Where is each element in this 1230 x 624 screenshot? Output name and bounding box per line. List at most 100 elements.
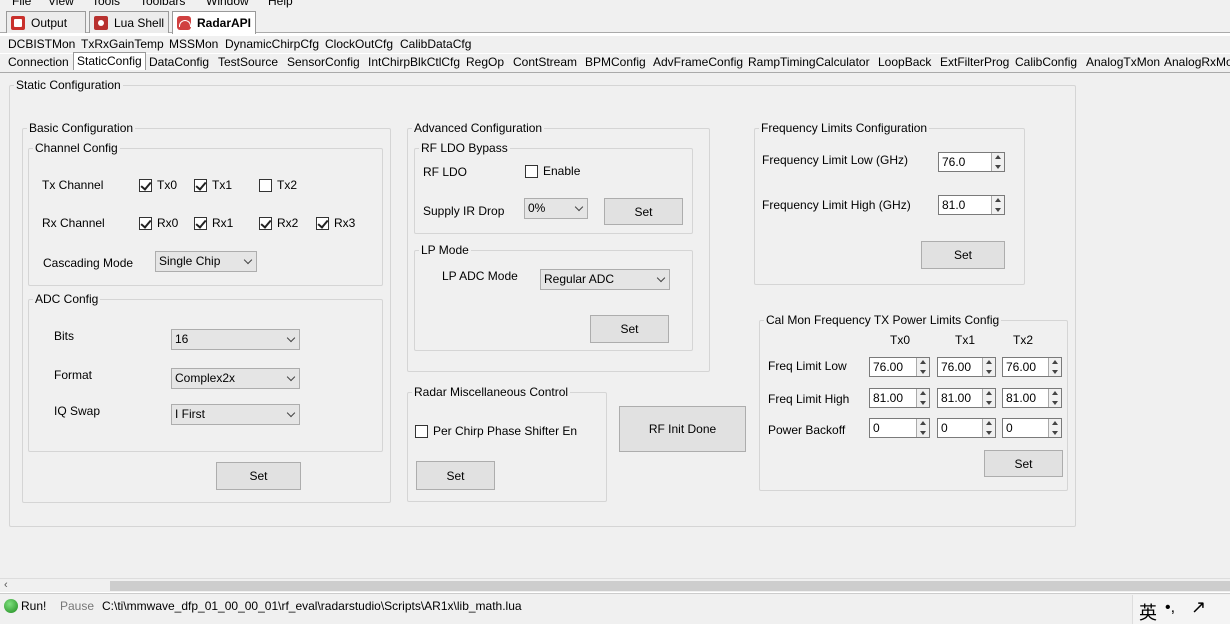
calmon-power-backoff-tx2-input[interactable]: 0 (1002, 418, 1062, 438)
menu-file[interactable]: File (12, 0, 31, 8)
cascading-mode-label: Cascading Mode (43, 256, 134, 270)
tx0-checkbox[interactable]: Tx0 (139, 178, 177, 192)
spin-arrows-icon[interactable] (1048, 358, 1061, 376)
calmon-power-backoff-tx0-input[interactable]: 0 (869, 418, 930, 438)
calmon-freq-high-tx2-input[interactable]: 81.00 (1002, 388, 1062, 408)
tab-lua-shell[interactable]: Lua Shell (89, 11, 169, 33)
basic-set-button[interactable]: Set (216, 462, 301, 490)
lp-adc-mode-select[interactable]: Regular ADC (540, 269, 670, 290)
menu-tools[interactable]: Tools (92, 0, 120, 8)
rx3-checkbox[interactable]: Rx3 (316, 216, 355, 230)
rf-ldo-set-button[interactable]: Set (604, 198, 683, 225)
chevron-down-icon (286, 408, 296, 418)
run-button[interactable]: Run! (21, 599, 46, 613)
ime-punctuation-icon[interactable]: •, (1165, 599, 1175, 617)
calmon-set-button[interactable]: Set (984, 450, 1063, 477)
tab-testsource[interactable]: TestSource (215, 54, 282, 71)
spin-arrows-icon[interactable] (982, 389, 995, 407)
menu-bar: File View Tools Toolbars Window Help (0, 0, 1230, 8)
run-icon[interactable] (4, 599, 18, 613)
adc-config-title: ADC Config (35, 292, 99, 306)
tx1-checkbox[interactable]: Tx1 (194, 178, 232, 192)
tab-clockoutcfg[interactable]: ClockOutCfg (322, 36, 397, 53)
calmon-freq-low-label: Freq Limit Low (768, 359, 847, 373)
calmon-freq-high-tx0-input[interactable]: 81.00 (869, 388, 930, 408)
calmon-freq-low-tx1-input[interactable]: 76.00 (937, 357, 996, 377)
tab-txrxgaintemp[interactable]: TxRxGainTemp (78, 36, 167, 53)
spin-arrows-icon[interactable] (1048, 419, 1061, 437)
calmon-power-backoff-tx2-value: 0 (1006, 421, 1013, 435)
tab-bpmconfig[interactable]: BPMConfig (582, 54, 649, 71)
tab-intchirpblkctlcfg[interactable]: IntChirpBlkCtlCfg (365, 54, 464, 71)
channel-config-title: Channel Config (35, 141, 118, 155)
rf-ldo-set-label: Set (634, 204, 653, 219)
misc-set-button[interactable]: Set (416, 461, 495, 490)
tab-connection[interactable]: Connection (5, 54, 72, 71)
spin-arrows-icon[interactable] (916, 389, 929, 407)
tab-advframeconfig[interactable]: AdvFrameConfig (650, 54, 747, 71)
calmon-freq-high-tx0-value: 81.00 (873, 391, 904, 405)
freq-limits-set-button[interactable]: Set (921, 241, 1005, 269)
freq-limits-set-label: Set (953, 248, 972, 262)
scrollbar-thumb[interactable] (110, 581, 1230, 591)
calmon-freq-low-tx2-input[interactable]: 76.00 (1002, 357, 1062, 377)
pause-button[interactable]: Pause (60, 599, 94, 613)
spin-arrows-icon[interactable] (982, 419, 995, 437)
scroll-left-icon[interactable]: ‹ (4, 579, 8, 591)
tx2-checkbox[interactable]: Tx2 (259, 178, 297, 192)
tab-output[interactable]: Output (6, 11, 86, 33)
tab-dcbistmon[interactable]: DCBISTMon (5, 36, 79, 53)
rf-init-done-button[interactable]: RF Init Done (619, 406, 746, 452)
menu-window[interactable]: Window (206, 0, 249, 8)
rx1-checkbox[interactable]: Rx1 (194, 216, 233, 230)
rx0-checkbox[interactable]: Rx0 (139, 216, 178, 230)
per-chirp-phase-shifter-checkbox[interactable]: Per Chirp Phase Shifter En (415, 424, 577, 438)
tab-staticconfig[interactable]: StaticConfig (73, 52, 146, 70)
tab-dynamicchirpcfg[interactable]: DynamicChirpCfg (222, 36, 323, 53)
spin-arrows-icon[interactable] (916, 358, 929, 376)
menu-help[interactable]: Help (268, 0, 293, 8)
tab-radarapi[interactable]: RadarAPI (172, 11, 256, 34)
supply-ir-drop-select[interactable]: 0% (524, 198, 588, 219)
lp-adc-mode-label: LP ADC Mode (442, 269, 518, 283)
lp-mode-set-button[interactable]: Set (590, 315, 669, 343)
rf-ldo-enable-label: Enable (543, 164, 581, 178)
format-select[interactable]: Complex2x (171, 368, 300, 389)
spin-arrows-icon[interactable] (991, 196, 1004, 214)
tab-regop[interactable]: RegOp (463, 54, 508, 71)
tab-analogrxmon[interactable]: AnalogRxMon (1161, 54, 1230, 71)
app-tab-bar: Output Lua Shell RadarAPI (0, 8, 1230, 34)
horizontal-scrollbar[interactable]: ‹ (0, 578, 1230, 592)
tab-dataconfig[interactable]: DataConfig (146, 54, 213, 71)
tab-loopback[interactable]: LoopBack (875, 54, 935, 71)
calmon-power-backoff-tx1-input[interactable]: 0 (937, 418, 996, 438)
rf-ldo-enable-checkbox[interactable]: Enable (525, 164, 580, 178)
ime-tool-icon[interactable]: ↗ (1191, 597, 1206, 618)
freq-limit-low-input[interactable]: 76.0 (938, 152, 1005, 172)
spin-arrows-icon[interactable] (1048, 389, 1061, 407)
iq-swap-label: IQ Swap (54, 404, 101, 418)
tab-mssmon[interactable]: MSSMon (166, 36, 222, 53)
tab-contstream[interactable]: ContStream (510, 54, 581, 71)
menu-toolbars[interactable]: Toolbars (140, 0, 185, 8)
tab-ramptimingcalculator[interactable]: RampTimingCalculator (745, 54, 873, 71)
iq-swap-select[interactable]: I First (171, 404, 300, 425)
calmon-freq-low-tx0-input[interactable]: 76.00 (869, 357, 930, 377)
spin-arrows-icon[interactable] (991, 153, 1004, 171)
calmon-tx-power-limits-title: Cal Mon Frequency TX Power Limits Config (766, 313, 1000, 327)
calmon-power-backoff-tx1-value: 0 (941, 421, 948, 435)
rx2-checkbox[interactable]: Rx2 (259, 216, 298, 230)
cascading-mode-select[interactable]: Single Chip (155, 251, 257, 272)
menu-view[interactable]: View (48, 0, 74, 8)
spin-arrows-icon[interactable] (916, 419, 929, 437)
freq-limit-high-input[interactable]: 81.0 (938, 195, 1005, 215)
tab-calibconfig[interactable]: CalibConfig (1012, 54, 1081, 71)
tab-calibdatacfg[interactable]: CalibDataCfg (397, 36, 475, 53)
calmon-freq-high-tx1-input[interactable]: 81.00 (937, 388, 996, 408)
spin-arrows-icon[interactable] (982, 358, 995, 376)
tab-extfilterprog[interactable]: ExtFilterProg (937, 54, 1013, 71)
tab-analogtxmon[interactable]: AnalogTxMon (1083, 54, 1164, 71)
bits-select[interactable]: 16 (171, 329, 300, 350)
ime-language-label[interactable]: 英 (1139, 599, 1157, 624)
tab-sensorconfig[interactable]: SensorConfig (284, 54, 363, 71)
